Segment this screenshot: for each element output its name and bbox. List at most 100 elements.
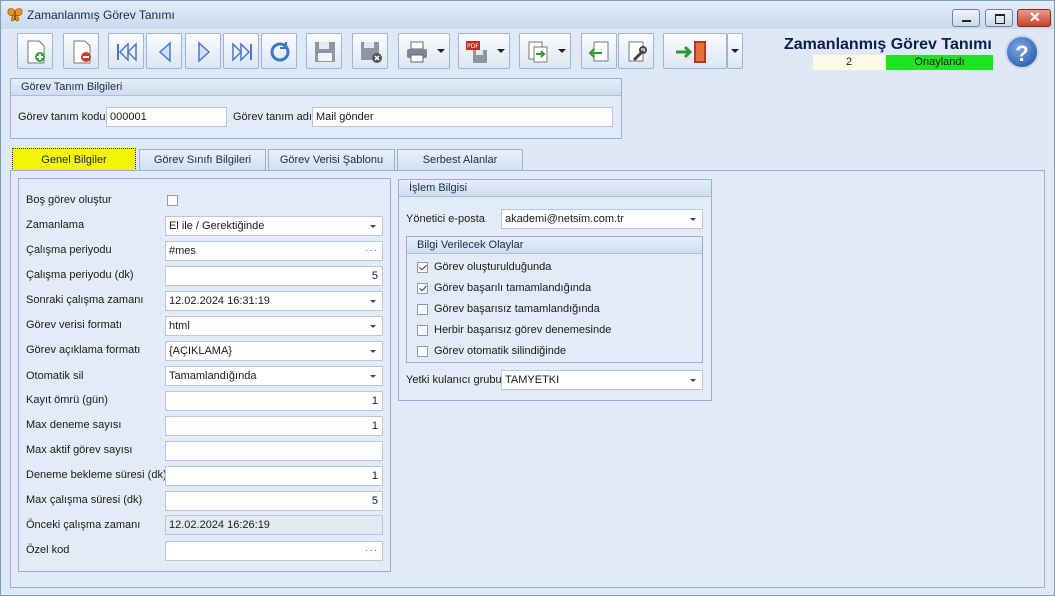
special-code-input[interactable]: ···: [165, 541, 383, 561]
data-format-value: html: [169, 320, 190, 332]
exit-icon: [676, 41, 706, 63]
process-info-title: İşlem Bilgisi: [399, 180, 711, 197]
tab-general-label: Genel Bilgiler: [41, 154, 107, 166]
next-run-select[interactable]: 12.02.2024 16:31:19: [165, 291, 383, 311]
refresh-icon: [270, 42, 290, 62]
description-format-value: {AÇIKLAMA}: [169, 345, 232, 357]
delete-button[interactable]: [63, 33, 99, 69]
previous-record-button[interactable]: [146, 33, 182, 69]
close-button[interactable]: ✕: [1017, 9, 1051, 27]
first-record-button[interactable]: [108, 33, 144, 69]
settings-icon: [628, 41, 647, 62]
max-attempts-label: Max deneme sayısı: [26, 419, 122, 431]
run-period-input[interactable]: #mes ···: [165, 241, 383, 261]
chevron-down-icon: [690, 218, 696, 221]
app-window: Zamanlanmış Görev Tanımı ✕ PDF Zamanlanm…: [0, 0, 1055, 596]
export-icon: [528, 41, 548, 63]
auto-delete-value: Tamamlandığında: [169, 370, 257, 382]
print-dropdown-icon: [437, 49, 445, 53]
event-created-checkbox[interactable]: [417, 262, 428, 273]
chevron-down-icon: [370, 375, 376, 378]
record-number: 2: [813, 55, 885, 70]
auth-group-select[interactable]: TAMYETKI: [501, 370, 703, 390]
max-attempts-input[interactable]: 1: [165, 416, 383, 436]
run-period-min-input[interactable]: 5: [165, 266, 383, 286]
record-life-input[interactable]: 1: [165, 391, 383, 411]
ellipsis-icon: ···: [365, 245, 378, 256]
minimize-button[interactable]: [952, 9, 980, 27]
last-record-button[interactable]: [223, 33, 259, 69]
auth-group-label: Yetki kulanıcı grubu: [406, 374, 502, 386]
help-icon: ?: [1015, 41, 1029, 66]
event-auto-deleted-checkbox[interactable]: [417, 346, 428, 357]
description-format-select[interactable]: {AÇIKLAMA}: [165, 341, 383, 361]
empty-task-label: Boş görev oluştur: [26, 194, 112, 206]
manager-email-value: akademi@netsim.com.tr: [505, 213, 624, 225]
empty-task-checkbox[interactable]: [167, 195, 178, 206]
record-life-label: Kayıt ömrü (gün): [26, 394, 108, 406]
last-record-icon: [232, 42, 252, 62]
tab-general[interactable]: Genel Bilgiler: [12, 148, 136, 171]
refresh-button[interactable]: [261, 33, 297, 69]
chevron-down-icon: [370, 300, 376, 303]
auto-delete-select[interactable]: Tamamlandığında: [165, 366, 383, 386]
next-run-value: 12.02.2024 16:31:19: [169, 295, 270, 307]
export-dropdown-icon: [558, 49, 566, 53]
auto-delete-label: Otomatik sil: [26, 370, 84, 382]
save-button[interactable]: [306, 33, 342, 69]
chevron-down-icon: [370, 325, 376, 328]
tab-task-data-template[interactable]: Görev Verisi Şablonu: [268, 149, 395, 170]
special-code-label: Özel kod: [26, 544, 70, 556]
event-success-checkbox[interactable]: [417, 283, 428, 294]
tab-task-class[interactable]: Görev Sınıfı Bilgileri: [139, 149, 266, 170]
print-button[interactable]: [398, 33, 450, 69]
tab-task-data-template-label: Görev Verisi Şablonu: [279, 154, 384, 166]
minimize-icon: [962, 20, 971, 22]
description-format-label: Görev açıklama formatı: [26, 344, 141, 356]
new-doc-icon: [27, 40, 45, 64]
save-cancel-button[interactable]: [352, 33, 388, 69]
svg-text:PDF: PDF: [467, 43, 479, 50]
next-record-button[interactable]: [185, 33, 221, 69]
manager-email-select[interactable]: akademi@netsim.com.tr: [501, 209, 703, 229]
ellipsis-icon: ···: [365, 545, 378, 556]
event-failed-checkbox[interactable]: [417, 304, 428, 315]
import-icon: [588, 41, 609, 62]
exit-dropdown-icon: [731, 49, 739, 53]
event-each-failure-checkbox[interactable]: [417, 325, 428, 336]
task-name-label: Görev tanım adı: [233, 111, 312, 123]
task-name-input[interactable]: Mail gönder: [312, 107, 613, 127]
tab-task-class-label: Görev Sınıfı Bilgileri: [153, 154, 252, 166]
new-button[interactable]: [17, 33, 53, 69]
run-period-value: #mes: [169, 245, 196, 257]
previous-record-icon: [158, 41, 171, 63]
help-button[interactable]: ?: [1005, 35, 1039, 69]
data-format-select[interactable]: html: [165, 316, 383, 336]
max-active-tasks-input[interactable]: [165, 441, 383, 461]
export-button[interactable]: [519, 33, 571, 69]
print-icon: [407, 41, 427, 63]
import-button[interactable]: [581, 33, 617, 69]
exit-button[interactable]: [663, 33, 727, 69]
delete-doc-icon: [73, 40, 91, 64]
maximize-icon: [995, 14, 1005, 24]
run-period-label: Çalışma periyodu: [26, 244, 112, 256]
tab-free-fields[interactable]: Serbest Alanlar: [397, 149, 523, 170]
data-format-label: Görev verisi formatı: [26, 319, 122, 331]
chevron-down-icon: [370, 350, 376, 353]
first-record-icon: [117, 42, 137, 62]
max-active-tasks-label: Max aktif görev sayısı: [26, 444, 133, 456]
maximize-button[interactable]: [985, 9, 1013, 27]
exit-dropdown-button[interactable]: [727, 33, 743, 69]
pdf-export-button[interactable]: PDF: [458, 33, 510, 69]
event-each-failure-label: Herbir başarısız görev denemesinde: [434, 324, 612, 336]
retry-wait-input[interactable]: 1: [165, 466, 383, 486]
settings-button[interactable]: [618, 33, 654, 69]
task-code-input[interactable]: 000001: [106, 107, 227, 127]
notify-events-group: Bilgi Verilecek Olaylar: [406, 236, 703, 363]
event-created-label: Görev oluşturulduğunda: [434, 261, 552, 273]
max-run-time-input[interactable]: 5: [165, 491, 383, 511]
notify-events-title: Bilgi Verilecek Olaylar: [407, 237, 702, 254]
schedule-select[interactable]: El ile / Gerektiğinde: [165, 216, 383, 236]
window-title: Zamanlanmış Görev Tanımı: [27, 8, 175, 22]
